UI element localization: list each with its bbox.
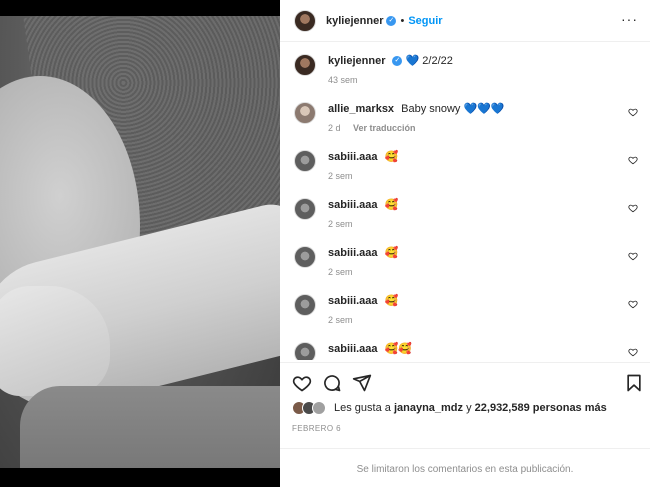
comment-like-icon[interactable] [628, 203, 638, 213]
caption-avatar[interactable] [294, 54, 316, 76]
comment-like-icon[interactable] [628, 155, 638, 165]
comment-text: 🥰 [384, 247, 399, 259]
commenter-avatar[interactable] [294, 102, 316, 124]
commenter-avatar[interactable] [294, 342, 316, 360]
comments-limited-notice: Se limitaron los comentarios en esta pub… [280, 448, 650, 487]
share-icon[interactable] [352, 373, 372, 393]
comment-row: sabiii.aaa 🥰 2 sem [294, 246, 642, 277]
comment-row: sabiii.aaa 🥰 2 sem [294, 150, 642, 181]
commenter-avatar[interactable] [294, 294, 316, 316]
separator-dot: • [400, 14, 405, 27]
caption-text: 💙 2/2/22 [405, 55, 453, 67]
author-avatar[interactable] [294, 9, 316, 32]
likes-user[interactable]: janayna_mdz [394, 402, 463, 414]
verified-badge-icon: ✓ [386, 15, 397, 26]
caption-username[interactable]: kyliejenner [328, 55, 385, 67]
commenter-avatar[interactable] [294, 150, 316, 172]
commenter-username[interactable]: sabiii.aaa [328, 151, 378, 163]
likes-prefix: Les gusta a [334, 402, 391, 414]
likes-summary: Les gusta a janayna_mdz y 22,932,589 per… [292, 401, 607, 415]
commenter-avatar[interactable] [294, 198, 316, 220]
more-options-icon[interactable]: ··· [621, 12, 638, 26]
commenter-username[interactable]: sabiii.aaa [328, 295, 378, 307]
post-header: kyliejenner ✓ • Seguir ··· [280, 0, 650, 42]
photo-cloth [20, 386, 280, 468]
caption-row: kyliejenner ✓ 💙 2/2/22 43 sem [294, 54, 642, 85]
translate-link[interactable]: Ver traducción [353, 123, 416, 133]
heart-icon[interactable] [292, 373, 312, 393]
comment-age: 2 sem [328, 267, 353, 277]
post-date[interactable]: FEBRERO 6 [292, 424, 341, 433]
likes-count[interactable]: 22,932,589 personas más [475, 402, 607, 414]
comment-like-icon[interactable] [628, 347, 638, 357]
likes-conj: y [466, 402, 472, 414]
comment-age: 2 sem [328, 171, 353, 181]
comment-row: sabiii.aaa 🥰 2 sem [294, 294, 642, 325]
comment-text: 🥰 [384, 151, 399, 163]
commenter-username[interactable]: sabiii.aaa [328, 343, 378, 355]
caption-age: 43 sem [328, 75, 358, 85]
follow-button[interactable]: Seguir [408, 15, 442, 27]
verified-badge-icon: ✓ [392, 56, 403, 67]
comments-list[interactable]: kyliejenner ✓ 💙 2/2/22 43 sem allie_marks… [280, 42, 650, 360]
liker-avatar [312, 401, 326, 415]
post-image [0, 16, 280, 468]
bookmark-icon[interactable] [624, 373, 644, 393]
commenter-username[interactable]: allie_marksx [328, 103, 394, 115]
comment-age: 2 d [328, 123, 341, 133]
liker-avatars[interactable] [292, 401, 330, 415]
author-username[interactable]: kyliejenner [326, 15, 383, 27]
post-photo[interactable] [0, 0, 280, 487]
comment-age: 2 sem [328, 219, 353, 229]
commenter-username[interactable]: sabiii.aaa [328, 247, 378, 259]
action-bar [280, 362, 650, 400]
comment-row: sabiii.aaa 🥰 2 sem [294, 198, 642, 229]
commenter-username[interactable]: sabiii.aaa [328, 199, 378, 211]
comment-like-icon[interactable] [628, 251, 638, 261]
comment-row: allie_marksx Baby snowy 💙💙💙 2 d Ver trad… [294, 102, 642, 133]
comment-row: sabiii.aaa 🥰🥰 [294, 342, 642, 360]
comment-like-icon[interactable] [628, 299, 638, 309]
comment-like-icon[interactable] [628, 107, 638, 117]
comment-text: 🥰 [384, 295, 399, 307]
comment-icon[interactable] [322, 373, 342, 393]
comment-age: 2 sem [328, 315, 353, 325]
comment-text: Baby snowy 💙💙💙 [401, 103, 505, 115]
post-side-panel: kyliejenner ✓ • Seguir ··· kyliejenner ✓ … [280, 0, 650, 487]
comment-text: 🥰🥰 [384, 343, 413, 355]
commenter-avatar[interactable] [294, 246, 316, 268]
comment-text: 🥰 [384, 199, 399, 211]
